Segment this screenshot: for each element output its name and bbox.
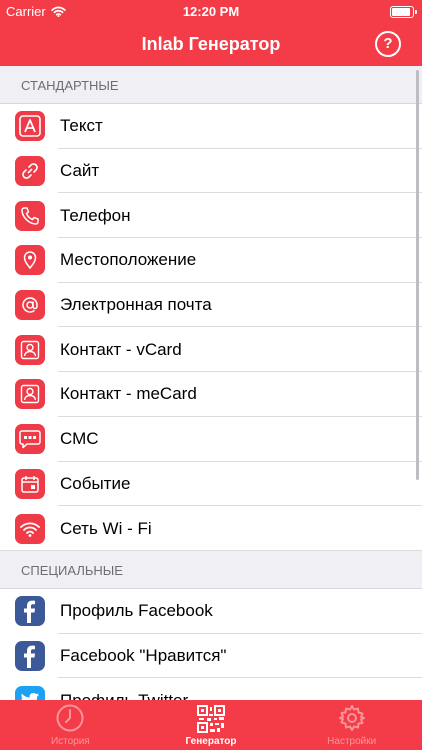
list-item-email[interactable]: Электронная почта bbox=[0, 282, 422, 328]
tab-history[interactable]: История bbox=[0, 700, 141, 750]
list-item-location[interactable]: Местоположение bbox=[0, 238, 422, 283]
clock-icon bbox=[56, 704, 84, 732]
contact-person-icon bbox=[15, 379, 45, 410]
status-bar: Carrier 12:20 PM bbox=[0, 0, 422, 22]
list-item-phone[interactable]: Телефон bbox=[0, 193, 422, 239]
list-item-label: Сеть Wi - Fi bbox=[60, 518, 152, 538]
list-item-mecard[interactable]: Контакт - meCard bbox=[0, 372, 422, 417]
generator-list[interactable]: СТАНДАРТНЫЕ Текст Сайт Телефон Местополо… bbox=[0, 66, 422, 700]
wifi-icon bbox=[15, 513, 45, 544]
list-item-label: Событие bbox=[60, 473, 131, 493]
tab-label: История bbox=[50, 736, 90, 747]
tab-label: Настройки bbox=[327, 736, 377, 747]
list-item-facebook-like[interactable]: Facebook "Нравится" bbox=[0, 633, 422, 679]
help-button[interactable]: ? bbox=[375, 31, 401, 57]
tab-settings[interactable]: Настройки bbox=[281, 700, 422, 750]
battery-icon bbox=[390, 6, 417, 18]
qr-code-icon bbox=[197, 705, 225, 733]
list-item-wifi[interactable]: Сеть Wi - Fi bbox=[0, 506, 422, 551]
gear-icon bbox=[338, 705, 365, 731]
tab-generator[interactable]: Генератор bbox=[141, 700, 282, 750]
calendar-icon bbox=[15, 468, 45, 499]
scrollbar[interactable] bbox=[416, 70, 419, 480]
list-item-text[interactable]: Текст bbox=[0, 104, 422, 149]
list-item-label: Сайт bbox=[60, 161, 100, 181]
list-item-label: Профиль Facebook bbox=[60, 601, 213, 621]
list-item-label: Телефон bbox=[60, 205, 131, 225]
list-item-label: СМС bbox=[60, 429, 99, 449]
section-header-special: СПЕЦИАЛЬНЫЕ bbox=[0, 550, 422, 589]
text-a-icon bbox=[15, 111, 45, 142]
location-pin-icon bbox=[15, 245, 45, 276]
section-header-standard: СТАНДАРТНЫЕ bbox=[0, 66, 422, 104]
phone-icon bbox=[15, 200, 45, 231]
list-item-label: Контакт - vCard bbox=[60, 339, 182, 359]
tab-label: Генератор bbox=[185, 736, 237, 747]
twitter-icon bbox=[15, 685, 45, 700]
list-item-label: Текст bbox=[60, 116, 103, 136]
list-item-website[interactable]: Сайт bbox=[0, 148, 422, 194]
facebook-icon bbox=[15, 640, 45, 671]
list-item-label: Местоположение bbox=[60, 250, 197, 270]
tab-bar: История Генератор Настройки bbox=[0, 700, 422, 750]
list-item-sms[interactable]: СМС bbox=[0, 416, 422, 462]
list-item-label: Профиль Twitter bbox=[60, 691, 188, 700]
message-bubble-icon bbox=[15, 424, 45, 455]
list-item-label: Facebook "Нравится" bbox=[60, 645, 227, 665]
page-title: Inlab Генератор bbox=[141, 34, 281, 54]
clock: 12:20 PM bbox=[182, 4, 240, 19]
at-sign-icon bbox=[15, 290, 45, 321]
list-item-vcard[interactable]: Контакт - vCard bbox=[0, 327, 422, 373]
list-item-label: Контакт - meCard bbox=[60, 384, 197, 404]
facebook-icon bbox=[15, 596, 45, 627]
list-item-event[interactable]: Событие bbox=[0, 461, 422, 507]
list-item-facebook-profile[interactable]: Профиль Facebook bbox=[0, 588, 422, 634]
list-item-twitter-profile[interactable]: Профиль Twitter bbox=[0, 678, 422, 700]
navigation-bar: Inlab Генератор ? bbox=[0, 22, 422, 66]
link-icon bbox=[15, 156, 45, 187]
list-item-label: Электронная почта bbox=[60, 295, 212, 315]
contact-person-icon bbox=[15, 334, 45, 365]
